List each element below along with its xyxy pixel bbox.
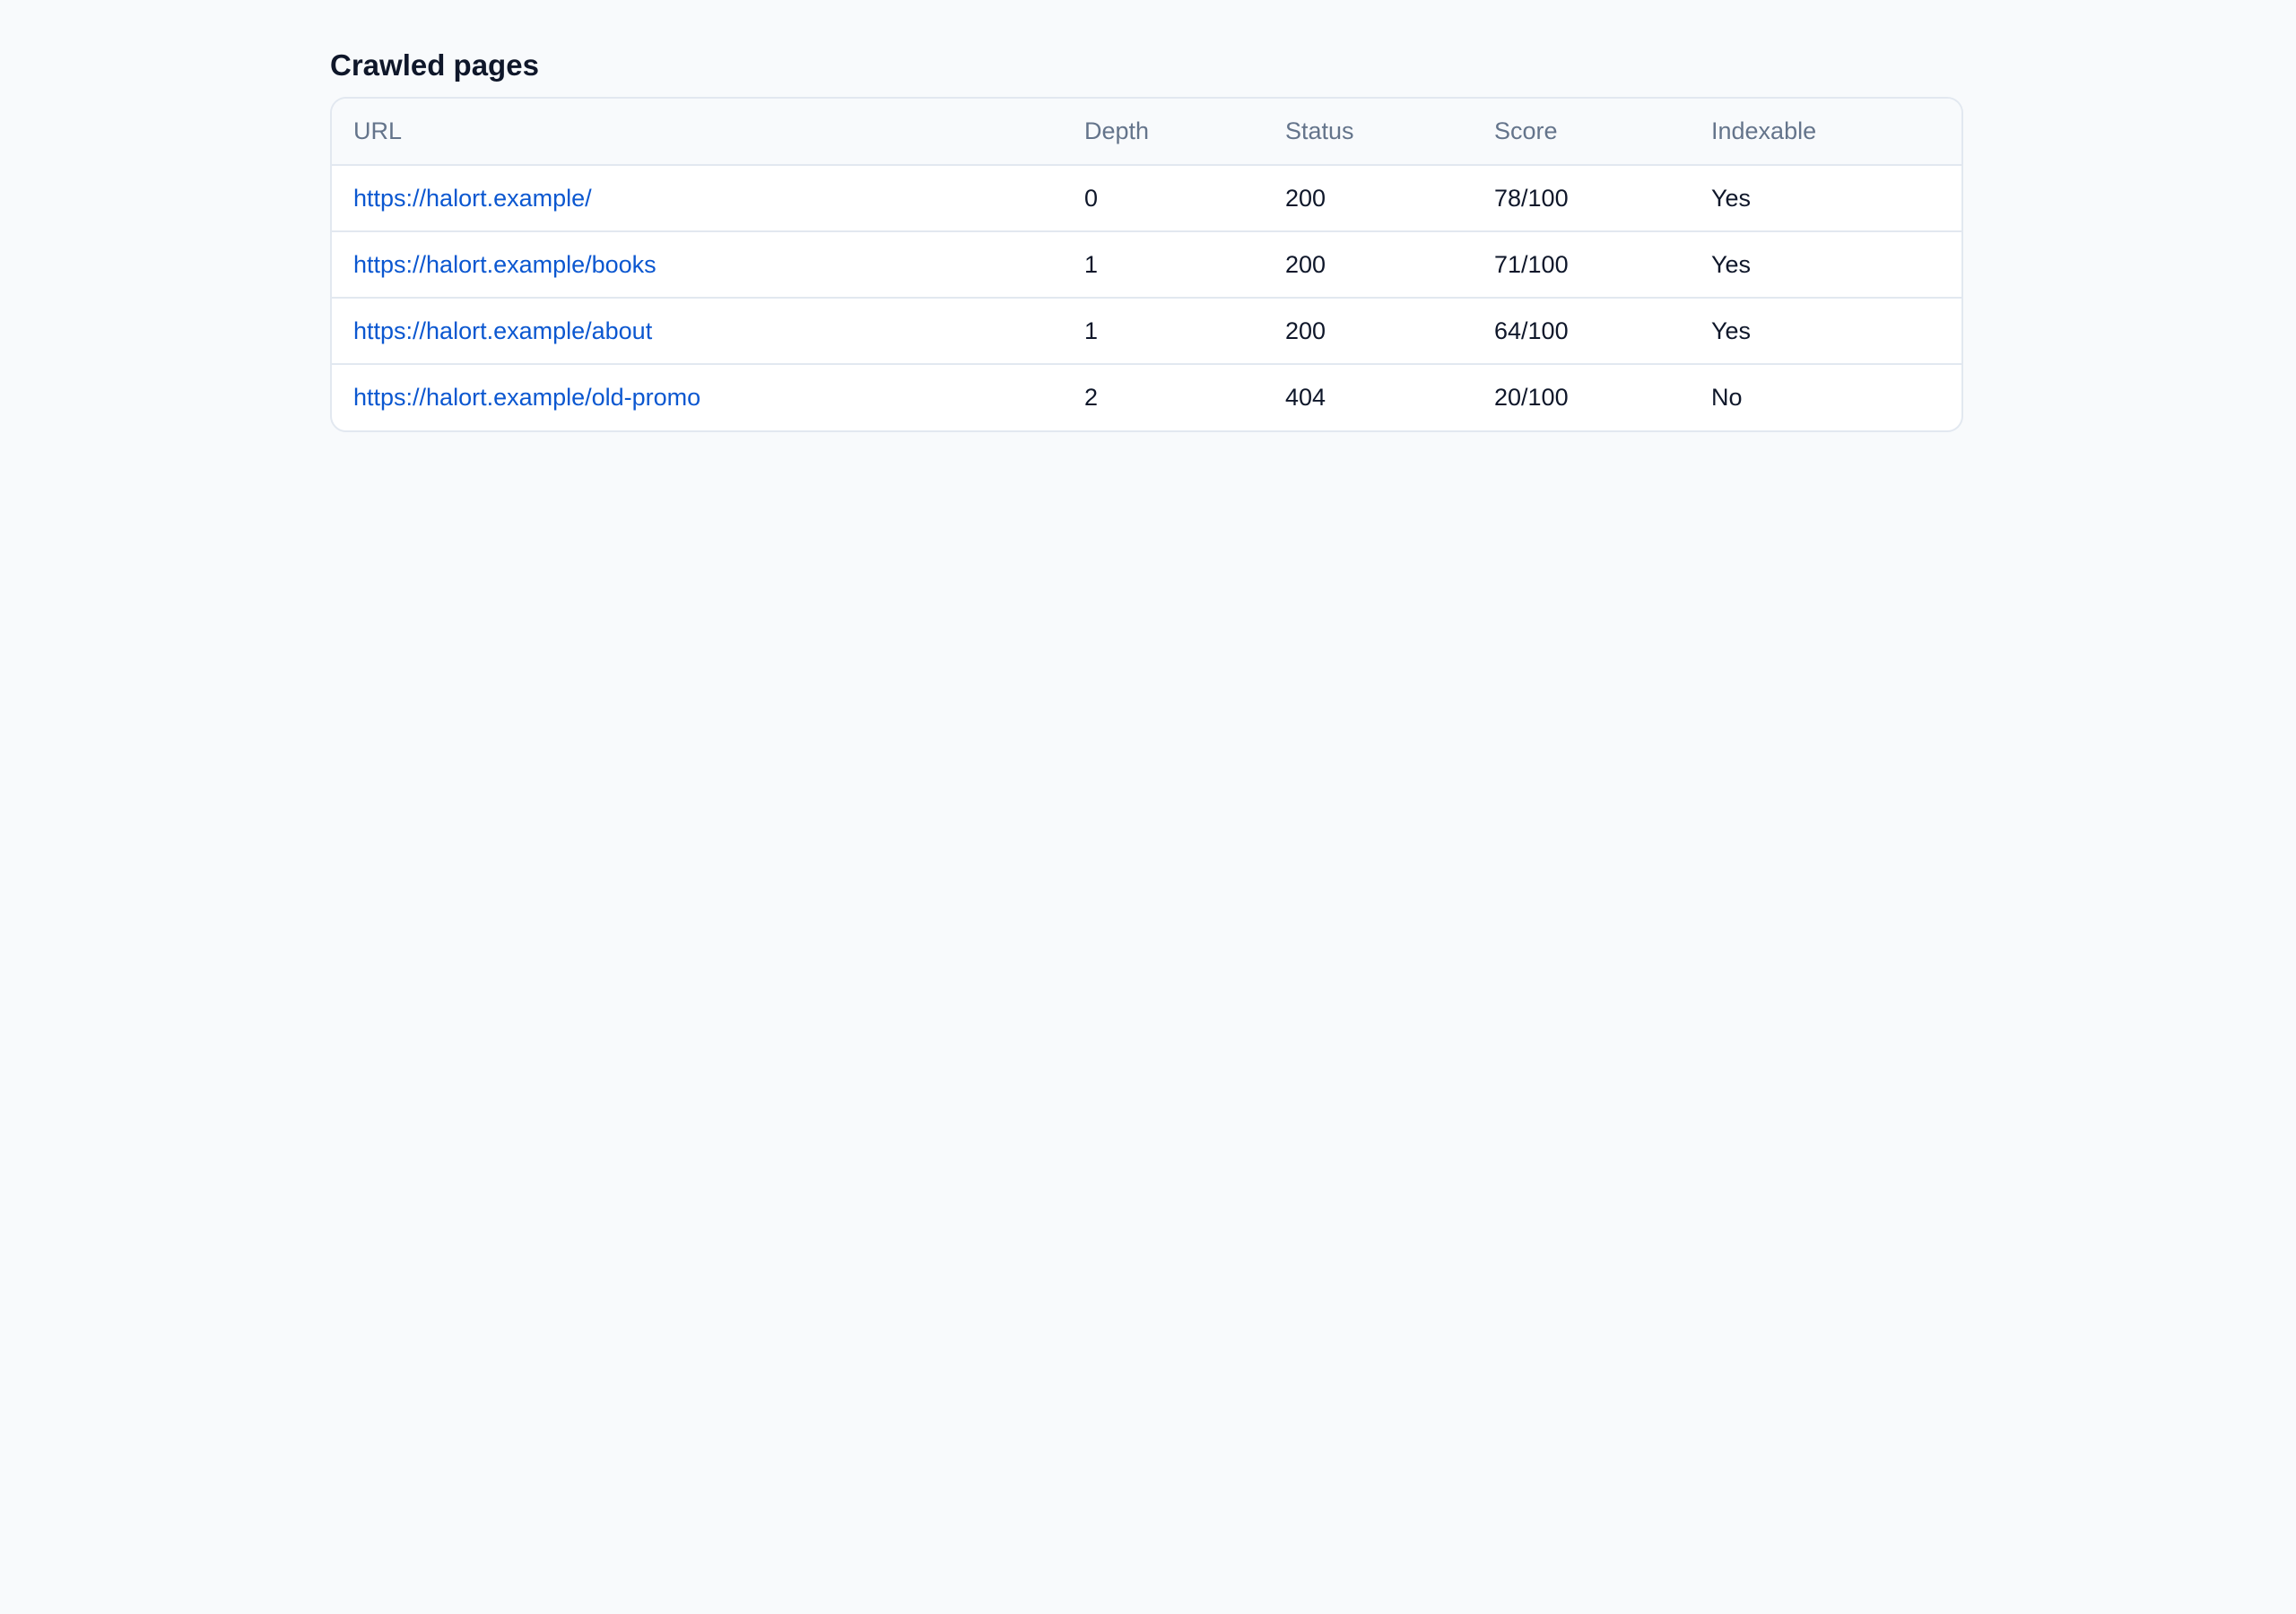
status-cell: 200 [1285, 250, 1326, 278]
depth-cell: 2 [1084, 384, 1099, 411]
score-cell: 20/100 [1494, 384, 1569, 411]
column-header-status: Status [1285, 117, 1354, 144]
indexable-cell: Yes [1711, 317, 1752, 344]
indexable-cell: No [1711, 384, 1743, 411]
indexable-cell: Yes [1711, 184, 1752, 212]
table-row: https://halort.example/books 1 200 71/10… [332, 231, 1961, 298]
page-url-link[interactable]: https://halort.example/books [353, 251, 657, 278]
page-title: Crawled pages [330, 48, 539, 82]
url-cell: https://halort.example/about [332, 298, 1063, 364]
score-cell: 71/100 [1494, 250, 1569, 278]
column-header-indexable: Indexable [1711, 117, 1817, 144]
page-url-link[interactable]: https://halort.example/about [353, 317, 652, 344]
score-cell: 78/100 [1494, 184, 1569, 212]
url-cell: https://halort.example/ [332, 165, 1063, 231]
table-header-row: URL Depth Status Score Indexable [332, 99, 1961, 165]
status-cell: 404 [1285, 384, 1326, 411]
status-cell: 200 [1285, 317, 1326, 344]
table-row: https://halort.example/old-promo 2 404 2… [332, 364, 1961, 430]
url-cell: https://halort.example/books [332, 231, 1063, 298]
crawled-pages-panel: Crawled pages URL Depth Status Score Ind… [330, 45, 1965, 432]
crawled-pages-table: URL Depth Status Score Indexable https:/… [332, 99, 1961, 430]
column-header-depth: Depth [1084, 117, 1150, 144]
table-row: https://halort.example/about 1 200 64/10… [332, 298, 1961, 364]
status-cell: 200 [1285, 184, 1326, 212]
column-header-score: Score [1494, 117, 1558, 144]
table-row: https://halort.example/ 0 200 78/100 Yes [332, 165, 1961, 231]
table-body: https://halort.example/ 0 200 78/100 Yes… [332, 165, 1961, 430]
table-header: URL Depth Status Score Indexable [332, 99, 1961, 165]
depth-cell: 0 [1084, 184, 1099, 212]
page-url-link[interactable]: https://halort.example/ [353, 185, 592, 212]
indexable-cell: Yes [1711, 250, 1752, 278]
crawled-pages-table-card: URL Depth Status Score Indexable https:/… [330, 97, 1963, 432]
page-url-link[interactable]: https://halort.example/old-promo [353, 384, 700, 411]
column-header-url: URL [353, 117, 403, 144]
depth-cell: 1 [1084, 250, 1099, 278]
score-cell: 64/100 [1494, 317, 1569, 344]
depth-cell: 1 [1084, 317, 1099, 344]
url-cell: https://halort.example/old-promo [332, 364, 1063, 430]
